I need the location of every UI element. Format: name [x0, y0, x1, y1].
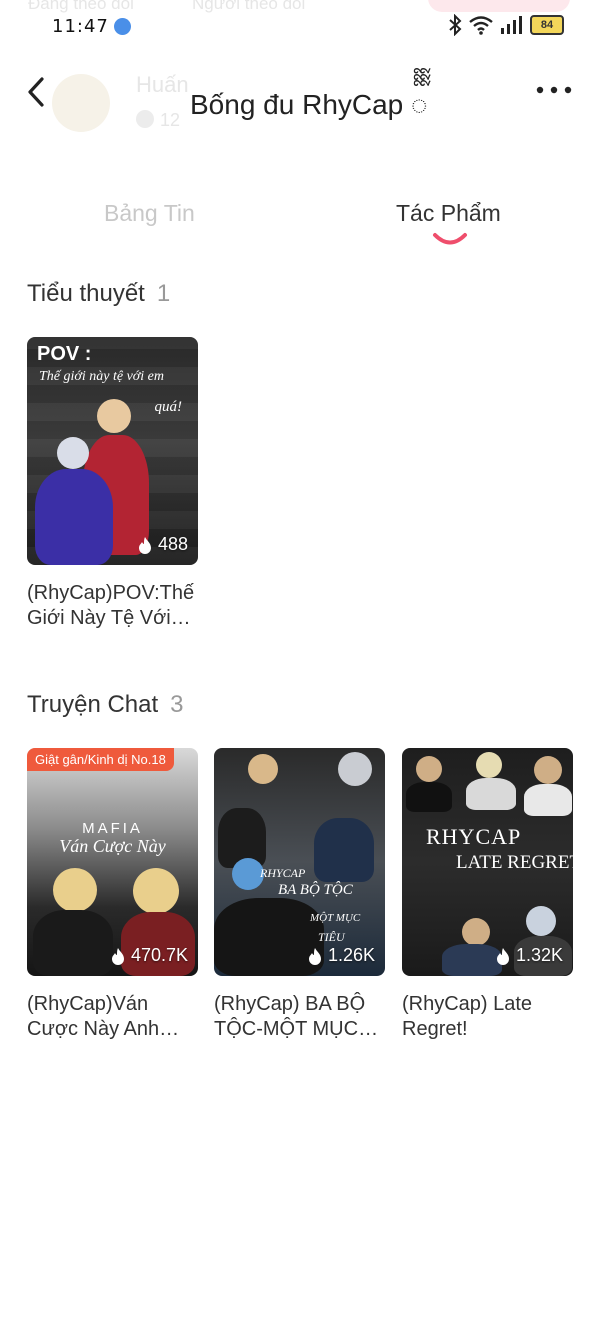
chat-story-title[interactable]: (RhyCap)Ván Cược Này Anh Thua Không Rồi	[27, 992, 198, 1042]
chat-story-card[interactable]: RHYCAP BA BỘ TỘC MỘT MỤC TIÊU 1.26K (Rhy…	[214, 748, 385, 1042]
novel-cover[interactable]: POV : Thế giới này tệ với em quá! 488	[27, 337, 198, 565]
cover-heading: POV :	[37, 343, 92, 365]
chat-story-cover[interactable]: MAFIA Ván Cược Này Giật gân/Kinh dị No.1…	[27, 748, 198, 976]
cover-figure-head	[534, 756, 562, 784]
bluetooth-icon	[449, 14, 462, 36]
chat-story-card[interactable]: MAFIA Ván Cược Này Giật gân/Kinh dị No.1…	[27, 748, 198, 1042]
cover-figure-head	[338, 752, 372, 786]
section-count: 1	[156, 280, 171, 307]
cover-figure	[314, 818, 374, 882]
cover-figure-head	[53, 868, 97, 912]
section-title: Tiểu thuyết	[27, 280, 145, 307]
view-count-value: 1.32K	[515, 945, 563, 965]
section-count: 3	[170, 691, 184, 718]
fire-icon	[308, 947, 321, 965]
cover-figure	[524, 784, 572, 816]
chat-story-title[interactable]: (RhyCap) BA BỘ TỘC-MỘT MỤC TIÊU	[214, 992, 385, 1042]
profile-tabs: Bảng Tin Tác Phẩm	[0, 190, 600, 250]
novel-card[interactable]: POV : Thế giới này tệ với em quá! 488 (R…	[27, 337, 198, 631]
cover-figure	[442, 944, 502, 976]
status-icons: 84	[448, 14, 564, 36]
section-heading-chat: Truyện Chat 3	[27, 691, 184, 719]
view-count: 470.7K	[111, 945, 188, 966]
battery-icon: 84	[530, 15, 564, 35]
cover-line: quá!	[154, 399, 183, 415]
more-icon[interactable]	[534, 78, 574, 102]
chat-story-cover[interactable]: RHYCAP BA BỘ TỘC MỘT MỤC TIÊU 1.26K	[214, 748, 385, 976]
tab-news[interactable]: Bảng Tin	[104, 200, 195, 227]
cover-figure	[466, 778, 516, 810]
cover-line: Thế giới này tệ với em	[39, 369, 164, 384]
cover-figure-head	[248, 754, 278, 784]
chat-story-card[interactable]: RHYCAP LATE REGRET 1.32K (RhyCap) Late R…	[402, 748, 573, 1042]
active-tab-indicator	[433, 233, 467, 245]
chat-story-title[interactable]: (RhyCap) Late Regret!	[402, 992, 573, 1042]
cover-line: TIÊU	[318, 930, 345, 944]
cover-figure	[33, 910, 113, 976]
status-time: 11:47	[52, 16, 109, 37]
cover-figure-head	[133, 868, 179, 914]
top-nav: Bống đu RhyCap ᢆ	[0, 62, 600, 122]
cover-line: Ván Cược Này	[59, 836, 166, 856]
cover-figure	[406, 782, 452, 812]
cover-figure-head	[57, 437, 89, 469]
cover-figure	[35, 469, 113, 565]
cover-figure-head	[97, 399, 131, 433]
cover-line: LATE REGRET	[456, 852, 573, 873]
fire-icon	[496, 947, 509, 965]
cover-figure-head	[526, 906, 556, 936]
cover-figure-head	[462, 918, 490, 946]
cover-heading: MAFIA	[82, 820, 143, 837]
view-count-value: 1.26K	[327, 945, 375, 965]
app-notification-icon	[114, 18, 131, 35]
fire-icon	[138, 536, 151, 554]
cover-figure-head	[416, 756, 442, 782]
cover-line: RHYCAP	[260, 866, 306, 880]
status-bar: 11:47 84	[0, 0, 600, 52]
chat-story-cover[interactable]: RHYCAP LATE REGRET 1.32K	[402, 748, 573, 976]
cover-line: MỘT MỤC	[310, 912, 361, 924]
wifi-icon	[469, 16, 493, 35]
cover-figure-head	[476, 752, 502, 778]
signal-icon	[501, 16, 522, 34]
view-count: 488	[138, 534, 188, 555]
ranking-badge: Giật gân/Kinh dị No.18	[27, 748, 174, 771]
cover-heading: RHYCAP	[426, 824, 522, 849]
cover-figure	[121, 912, 195, 976]
page-title: Bống đu RhyCap ᢆ	[190, 89, 428, 120]
fire-icon	[111, 947, 124, 965]
novel-title[interactable]: (RhyCap)POV:Thế Giới Này Tệ Với Em Quá!	[27, 581, 198, 631]
view-count-value: 470.7K	[130, 945, 188, 965]
tab-works[interactable]: Tác Phẩm	[396, 200, 501, 227]
section-title: Truyện Chat	[27, 691, 159, 718]
view-count-value: 488	[157, 534, 188, 554]
cover-line: BA BỘ TỘC	[278, 882, 353, 898]
view-count: 1.26K	[308, 945, 375, 966]
back-arrow-icon[interactable]	[22, 72, 52, 112]
view-count: 1.32K	[496, 945, 563, 966]
section-heading-novels: Tiểu thuyết 1	[27, 280, 170, 308]
